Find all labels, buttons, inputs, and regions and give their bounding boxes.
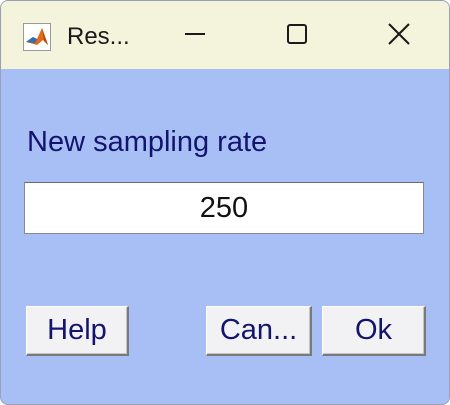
maximize-icon (285, 22, 309, 51)
sampling-rate-input[interactable] (24, 182, 424, 234)
ok-button[interactable]: Ok (322, 306, 426, 356)
window-title: Res... (67, 23, 130, 50)
minimize-button[interactable] (165, 15, 225, 57)
minimize-icon (183, 22, 207, 51)
close-button[interactable] (369, 15, 429, 57)
prompt-label: New sampling rate (27, 126, 268, 158)
matlab-icon (23, 23, 51, 51)
maximize-button[interactable] (267, 15, 327, 57)
title-bar[interactable]: Res... (1, 1, 449, 69)
help-button[interactable]: Help (26, 306, 129, 356)
dialog-body: New sampling rate Help Can... Ok (1, 69, 449, 404)
cancel-button[interactable]: Can... (206, 306, 312, 356)
close-icon (387, 22, 411, 51)
dialog-window: Res... New sampling rate Help Can... Ok (0, 0, 450, 405)
